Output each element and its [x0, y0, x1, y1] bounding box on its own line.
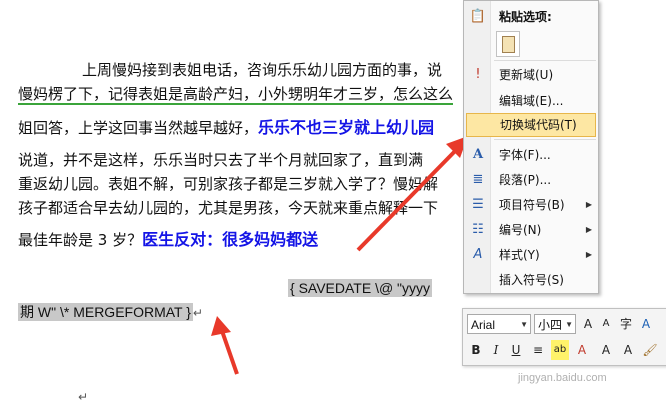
red-arrow-up-icon — [356, 136, 468, 252]
update-field-icon: ! — [475, 67, 481, 82]
menu-item-label: 切换域代码(T) — [500, 118, 577, 132]
doc-line-2-text: 慢妈楞了下，记得表姐是高龄产妇，小外甥明年才三岁，怎么这么 — [18, 85, 454, 105]
menu-item-paragraph[interactable]: ≣ 段落(P)... — [464, 168, 598, 192]
increase-indent-button[interactable]: A — [619, 340, 637, 360]
doc-line-7-text: 最佳年龄是 3 岁？ — [18, 231, 143, 249]
menu-item-label: 插入符号(S) — [499, 273, 564, 287]
doc-line-2: 慢妈楞了下，记得表姐是高龄产妇，小外甥明年才三岁，怎么这么 — [18, 84, 454, 105]
menu-item-font[interactable]: A 字体(F)... — [464, 143, 598, 167]
menu-item-label: 编辑域(E)... — [499, 94, 564, 108]
italic-button[interactable]: I — [487, 340, 505, 360]
char-shading-button[interactable]: 字 — [617, 314, 635, 334]
field-code-1[interactable]: { SAVEDATE \@ "yyyy — [288, 279, 433, 297]
menu-separator — [494, 60, 596, 61]
menu-item-toggle-field-codes[interactable]: 切换域代码(T) — [466, 113, 596, 137]
underline-button[interactable]: U — [507, 340, 525, 360]
menu-item-styles[interactable]: A 样式(Y) ▶ — [464, 243, 598, 267]
font-size-value: 小四 — [538, 318, 563, 332]
font-name-select[interactable]: Arial ▼ — [467, 314, 531, 334]
brush-icon[interactable]: 🖌 — [641, 340, 659, 360]
menu-item-label: 字体(F)... — [499, 148, 551, 162]
decrease-indent-button[interactable]: A — [597, 340, 615, 360]
paste-options-header: 📋 粘贴选项: — [464, 5, 598, 29]
center-align-button[interactable]: ≡ — [529, 340, 547, 360]
font-color-button[interactable]: A — [573, 340, 591, 360]
shrink-font-button[interactable]: A — [597, 314, 615, 334]
field-code-line-2[interactable]: 期 W" \* MERGEFORMAT } ↵ — [18, 302, 203, 323]
submenu-arrow-icon: ▶ — [585, 200, 592, 209]
menu-item-edit-field[interactable]: 编辑域(E)... — [464, 89, 598, 113]
field-code-line-1[interactable]: { SAVEDATE \@ "yyyy — [288, 278, 433, 298]
menu-item-numbering[interactable]: ☷ 编号(N) ▶ — [464, 218, 598, 242]
menu-item-label: 项目符号(B) — [499, 198, 565, 212]
format-painter-button[interactable]: A — [637, 314, 655, 334]
menu-item-label: 编号(N) — [499, 223, 542, 237]
font-size-select[interactable]: 小四 ▼ — [534, 314, 576, 334]
bold-blue-heading-2: 医生反对：很多妈妈都送 — [142, 230, 319, 249]
numbering-icon: ☷ — [472, 222, 484, 237]
paragraph-mark-bottom: ↵ — [78, 386, 88, 407]
chevron-down-icon: ▼ — [520, 320, 528, 329]
bold-button[interactable]: B — [467, 340, 485, 360]
doc-line-1: 上周慢妈接到表姐电话，咨询乐乐幼儿园方面的事，说 — [82, 61, 443, 79]
grow-font-button[interactable]: A — [579, 314, 597, 334]
mini-toolbar: Arial ▼ 小四 ▼ A A 字 A B I U ≡ ab A A A 🖌 — [462, 308, 666, 366]
paragraph-mark: ↵ — [192, 306, 203, 320]
menu-item-label: 样式(Y) — [499, 248, 540, 262]
doc-line-3-text: 姐回答，上学这回事当然越早越好， — [18, 119, 259, 137]
submenu-arrow-icon: ▶ — [585, 250, 592, 259]
menu-separator — [494, 139, 596, 140]
paste-keep-text-button[interactable] — [496, 31, 520, 57]
submenu-arrow-icon: ▶ — [585, 225, 592, 234]
bullets-icon: ☰ — [472, 197, 484, 212]
font-name-value: Arial — [471, 318, 496, 332]
clipboard-icon: 📋 — [469, 9, 487, 24]
menu-item-insert-symbol[interactable]: 插入符号(S) — [464, 268, 598, 292]
styles-icon: A — [473, 247, 483, 262]
menu-item-label: 更新域(U) — [499, 68, 554, 82]
highlight-color-button[interactable]: ab — [551, 340, 569, 360]
paste-options-label: 粘贴选项: — [499, 10, 552, 24]
context-menu: 📋 粘贴选项: ! 更新域(U) 编辑域(E)... 切换域代码(T) A 字体… — [463, 0, 599, 294]
font-icon: A — [472, 147, 484, 162]
paragraph-mark-icon: ↵ — [78, 390, 89, 404]
paragraph-icon: ≣ — [472, 172, 484, 187]
field-code-2[interactable]: 期 W" \* MERGEFORMAT } — [18, 303, 193, 321]
chevron-down-icon: ▼ — [565, 320, 573, 329]
menu-item-label: 段落(P)... — [499, 173, 552, 187]
doc-line-7: 最佳年龄是 3 岁？医生反对：很多妈妈都送 — [18, 230, 318, 250]
red-arrow-left-up-icon — [211, 316, 239, 375]
watermark: jingyan.baidu.com — [518, 372, 607, 384]
menu-item-bullets[interactable]: ☰ 项目符号(B) ▶ — [464, 193, 598, 217]
menu-item-update-field[interactable]: ! 更新域(U) — [464, 63, 598, 87]
